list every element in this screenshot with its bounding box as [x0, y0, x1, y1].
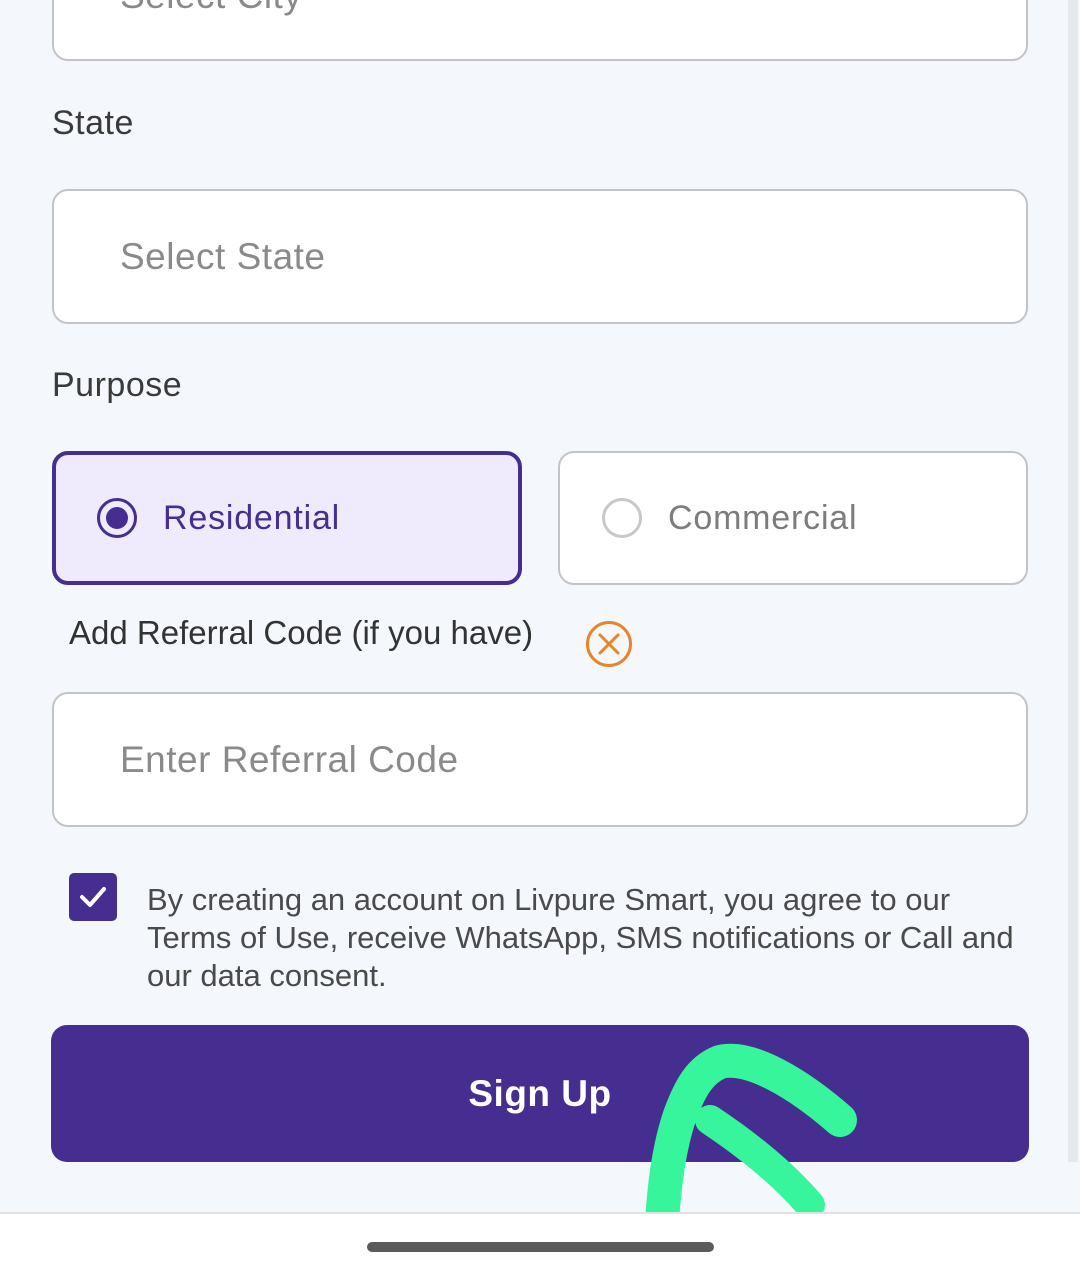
consent-checkbox[interactable] [69, 873, 117, 921]
referral-label: Add Referral Code (if you have) [69, 614, 534, 651]
purpose-option-residential-label: Residential [163, 498, 341, 537]
radio-selected-icon[interactable] [97, 498, 137, 538]
city-select-placeholder: Select City [120, 0, 302, 17]
purpose-option-commercial[interactable]: Commercial [558, 451, 1028, 585]
signup-form-screen: Select City State Select State Purpose R… [0, 0, 1080, 1274]
purpose-option-residential[interactable]: Residential [52, 451, 522, 585]
referral-code-placeholder: Enter Referral Code [120, 738, 459, 780]
referral-code-input[interactable]: Enter Referral Code [52, 692, 1028, 827]
checkmark-icon [80, 887, 106, 907]
purpose-option-commercial-label: Commercial [668, 498, 858, 537]
consent-text: By creating an account on Livpure Smart,… [147, 882, 1014, 993]
scrollbar[interactable] [1068, 0, 1078, 1162]
purpose-label: Purpose [52, 366, 183, 404]
state-select-placeholder: Select State [120, 235, 326, 277]
city-select[interactable]: Select City [52, 0, 1028, 61]
state-select[interactable]: Select State [52, 189, 1028, 324]
sign-up-button[interactable]: Sign Up [51, 1025, 1029, 1162]
close-circle-icon[interactable] [585, 620, 633, 668]
home-indicator[interactable] [367, 1242, 714, 1252]
sign-up-button-label: Sign Up [468, 1072, 612, 1114]
state-label: State [52, 104, 134, 142]
radio-unselected-icon[interactable] [602, 498, 642, 538]
